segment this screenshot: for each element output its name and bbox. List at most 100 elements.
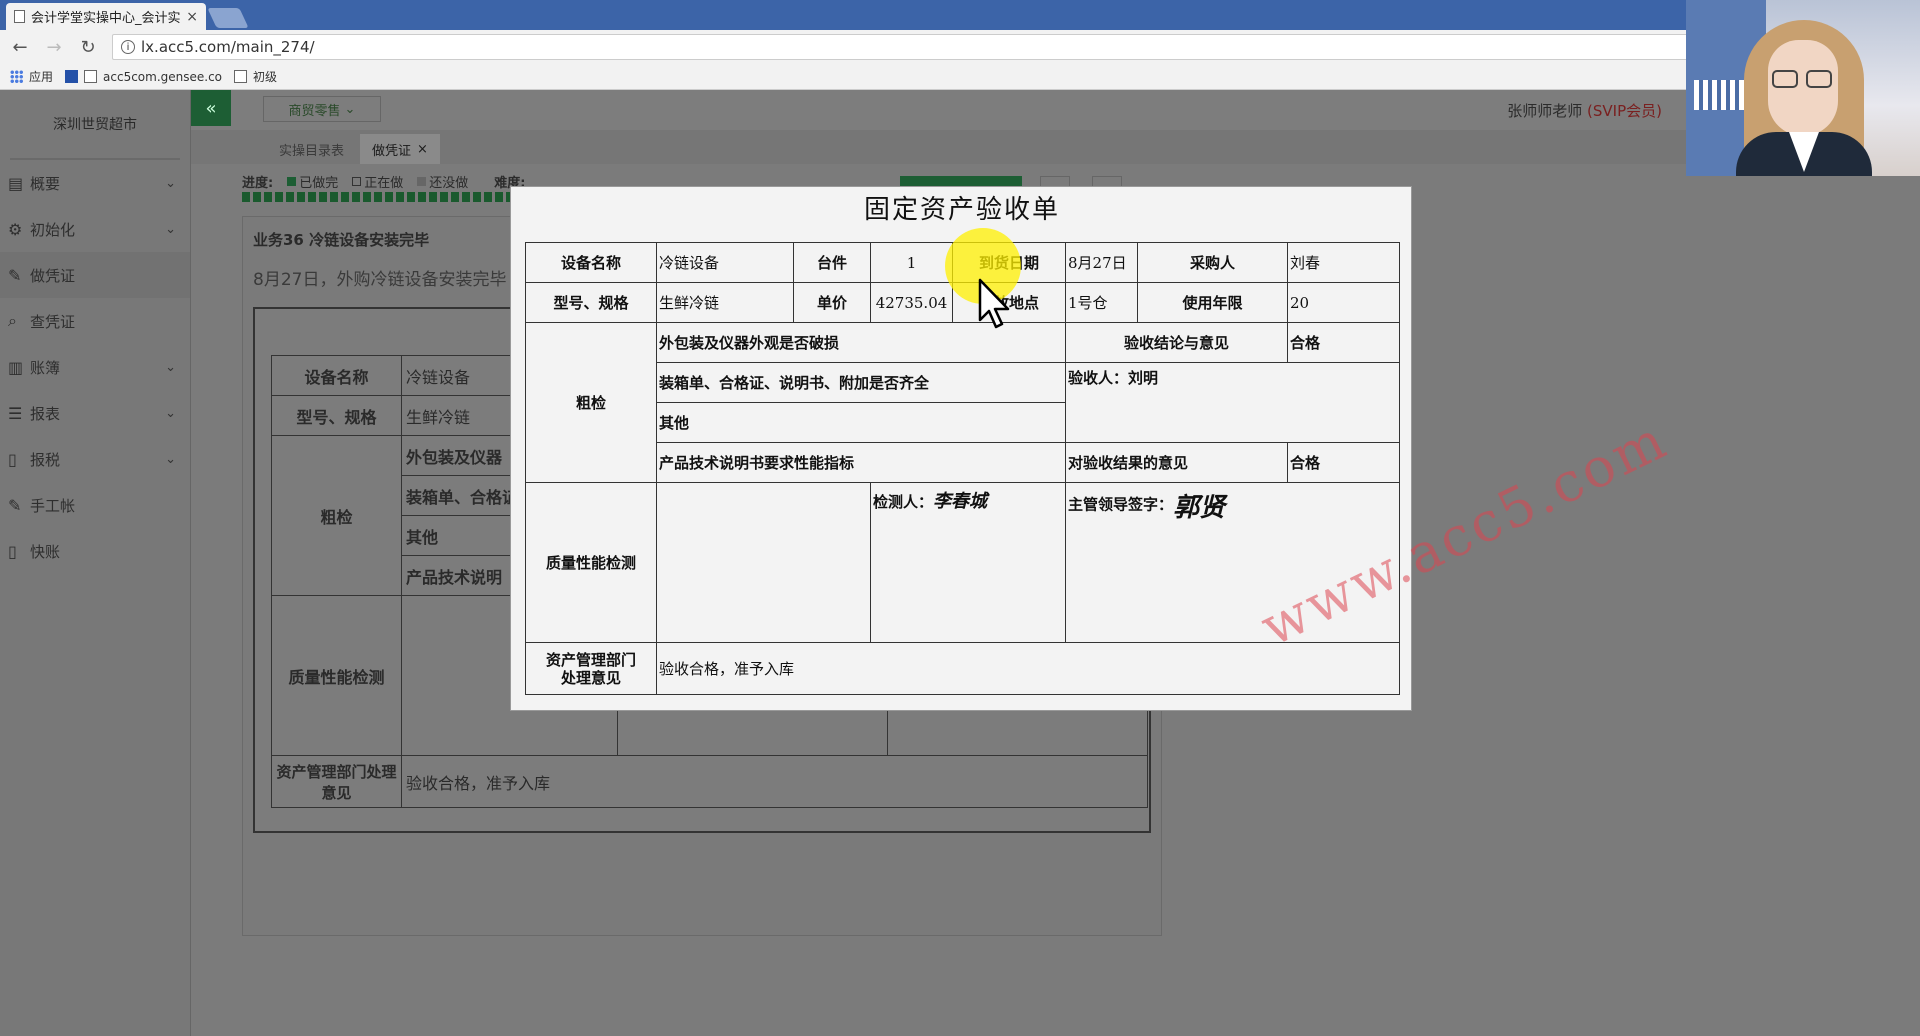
bookmark-chuji[interactable]: 初级 — [234, 68, 277, 85]
bookmark-label: 应用 — [29, 70, 54, 84]
quality-test-field[interactable] — [656, 482, 871, 643]
info-icon[interactable]: i — [121, 40, 135, 54]
url-field[interactable]: i lx.acc5.com/main_274/ — [112, 34, 1914, 60]
chevron-down-icon: ⌄ — [165, 451, 176, 467]
chevron-down-icon: ⌄ — [165, 405, 176, 421]
label-unit-price: 单价 — [793, 282, 871, 323]
dept-opinion-field[interactable]: 验收合格，准予入库 — [656, 642, 1400, 695]
sidebar-item-6[interactable]: ▯ 报税 ⌄ — [0, 436, 190, 482]
sidebar-item-4[interactable]: ▥ 账簿 ⌄ — [0, 344, 190, 390]
equipment-name-field[interactable]: 冷链设备 — [656, 242, 794, 283]
acceptor-field[interactable]: 验收人：刘明 — [1065, 362, 1400, 443]
tab-practice-directory[interactable]: 实操目录表 — [267, 134, 356, 164]
label-conclusion: 验收结论与意见 — [1065, 322, 1288, 363]
tab-label: 实操目录表 — [279, 143, 345, 159]
sidebar-item-label: 查凭证 — [30, 312, 76, 331]
progress-label: 进度: — [242, 176, 274, 191]
result-opinion-field[interactable]: 合格 — [1287, 442, 1400, 483]
conclusion-field[interactable]: 合格 — [1287, 322, 1400, 363]
close-icon[interactable]: × — [417, 142, 428, 157]
bookmarks-bar: 应用 acc5com.gensee.co 初级 — [0, 64, 1920, 90]
forward-icon[interactable]: → — [44, 37, 64, 58]
sidebar-item-3[interactable]: ⌕ 查凭证 — [0, 298, 190, 344]
file-icon: ▯ — [8, 449, 17, 469]
rough-item-appearance: 外包装及仪器外观是否破损 — [656, 322, 1066, 363]
label-equipment-name: 设备名称 — [525, 242, 657, 283]
sidebar-item-0[interactable]: ▤ 概要 ⌄ — [0, 160, 190, 206]
sidebar-item-label: 手工帐 — [30, 496, 76, 515]
tab-close-icon[interactable]: × — [186, 9, 198, 25]
quantity-field[interactable]: 1 — [870, 242, 953, 283]
label-service-life: 使用年限 — [1137, 282, 1288, 323]
bg-label: 型号、规格 — [271, 395, 402, 436]
label-quality-test: 质量性能检测 — [525, 482, 657, 643]
gear-icon: ⚙ — [8, 219, 23, 239]
progress-legend: 进度: 已做完 正在做 还没做 难度: — [242, 172, 525, 191]
chevron-down-icon: ⌄ — [165, 359, 176, 375]
page-icon — [14, 10, 25, 23]
acceptance-form-modal: 固定资产验收单 设备名称 冷链设备 台件 1 到货日期 8月27日 采购人 刘春… — [510, 186, 1677, 711]
inspector-signature: 李春城 — [933, 491, 988, 512]
sidebar-item-2[interactable]: ✎ 做凭证 — [0, 252, 190, 298]
tab-title: 会计学堂实操中心_会计实 — [31, 11, 181, 26]
tab-make-voucher[interactable]: 做凭证 × — [360, 134, 440, 164]
tab-label: 做凭证 — [372, 143, 412, 159]
user-info[interactable]: 张师师老师 (SVIP会员) — [1507, 100, 1662, 121]
bookmark-gensee[interactable]: acc5com.gensee.co — [65, 70, 222, 84]
search-icon: ⌕ — [8, 311, 17, 330]
overview-icon: ▤ — [8, 173, 24, 193]
label-quantity: 台件 — [793, 242, 871, 283]
leader-sign-field[interactable]: 主管领导签字：郭贤 — [1065, 482, 1400, 643]
bg-label: 设备名称 — [271, 355, 402, 396]
leader-signature: 郭贤 — [1173, 493, 1226, 523]
page-icon — [84, 70, 98, 83]
purchaser-field[interactable]: 刘春 — [1287, 242, 1400, 283]
bookmark-label: 初级 — [253, 70, 278, 84]
rough-item-other: 其他 — [656, 402, 1066, 443]
url-text: lx.acc5.com/main_274/ — [141, 38, 315, 56]
inspector-label: 检测人： — [873, 493, 934, 511]
sub-tab-bar: 实操目录表 做凭证 × — [191, 130, 1920, 164]
model-field[interactable]: 生鲜冷链 — [656, 282, 794, 323]
progress-bar — [242, 192, 512, 202]
reload-icon[interactable]: ↻ — [78, 37, 98, 58]
collapse-sidebar-button[interactable]: « — [191, 90, 231, 126]
modal-title: 固定资产验收单 — [863, 195, 1060, 225]
sidebar-item-label: 账簿 — [30, 358, 61, 377]
label-line: 处理意见 — [560, 668, 621, 687]
bookmark-apps[interactable]: 应用 — [10, 68, 53, 85]
new-tab-button[interactable] — [207, 8, 249, 28]
sidebar-item-label: 报表 — [30, 404, 61, 423]
report-icon: ☰ — [8, 403, 23, 423]
browser-tab-bar: 会计学堂实操中心_会计实 × — [0, 0, 1920, 30]
file-icon: ▯ — [8, 541, 17, 561]
label-location: 存放地点 — [952, 282, 1066, 323]
legend-done: 已做完 — [299, 176, 339, 191]
acceptance-form-table: 设备名称 冷链设备 台件 1 到货日期 8月27日 采购人 刘春 型号、规格 生… — [525, 242, 1400, 695]
inspector-field[interactable]: 检测人：李春城 — [870, 482, 1066, 643]
sidebar-item-7[interactable]: ✎ 手工帐 — [0, 482, 190, 528]
sidebar-item-label: 报税 — [30, 450, 61, 469]
location-field[interactable]: 1号仓 — [1065, 282, 1138, 323]
arrival-date-field[interactable]: 8月27日 — [1065, 242, 1138, 283]
sidebar-item-1[interactable]: ⚙ 初始化 ⌄ — [0, 206, 190, 252]
industry-dropdown[interactable]: 商贸零售 ⌄ — [263, 96, 381, 122]
unit-price-field[interactable]: 42735.04 — [870, 282, 953, 323]
sidebar-item-8[interactable]: ▯ 快账 — [0, 528, 190, 574]
label-model: 型号、规格 — [525, 282, 657, 323]
company-name: 深圳世贸超市 — [10, 90, 180, 160]
sidebar-item-label: 初始化 — [30, 220, 76, 239]
book-icon: ▥ — [8, 357, 24, 377]
rough-item-documents: 装箱单、合格证、说明书、附加是否齐全 — [656, 362, 1066, 403]
browser-tab[interactable]: 会计学堂实操中心_会计实 × — [6, 3, 206, 30]
label-result-opinion: 对验收结果的意见 — [1065, 442, 1288, 483]
sidebar-item-5[interactable]: ☰ 报表 ⌄ — [0, 390, 190, 436]
user-name: 张师师老师 — [1507, 102, 1583, 120]
service-life-field[interactable]: 20 — [1287, 282, 1400, 323]
label-arrival-date: 到货日期 — [952, 242, 1066, 283]
sidebar-menu: ▤ 概要 ⌄ ⚙ 初始化 ⌄ ✎ 做凭证 ⌕ 查凭证 ▥ 账簿 ⌄ ☰ 报表 ⌄ ▯ 报税 ⌄ ✎ 手工帐 ▯ 快账 — [0, 160, 190, 574]
task-title: 业务36 冷链设备安装完毕 — [253, 231, 430, 249]
pen-icon: ✎ — [8, 495, 22, 515]
rough-item-specs: 产品技术说明书要求性能指标 — [656, 442, 1066, 483]
back-icon[interactable]: ← — [10, 37, 30, 58]
